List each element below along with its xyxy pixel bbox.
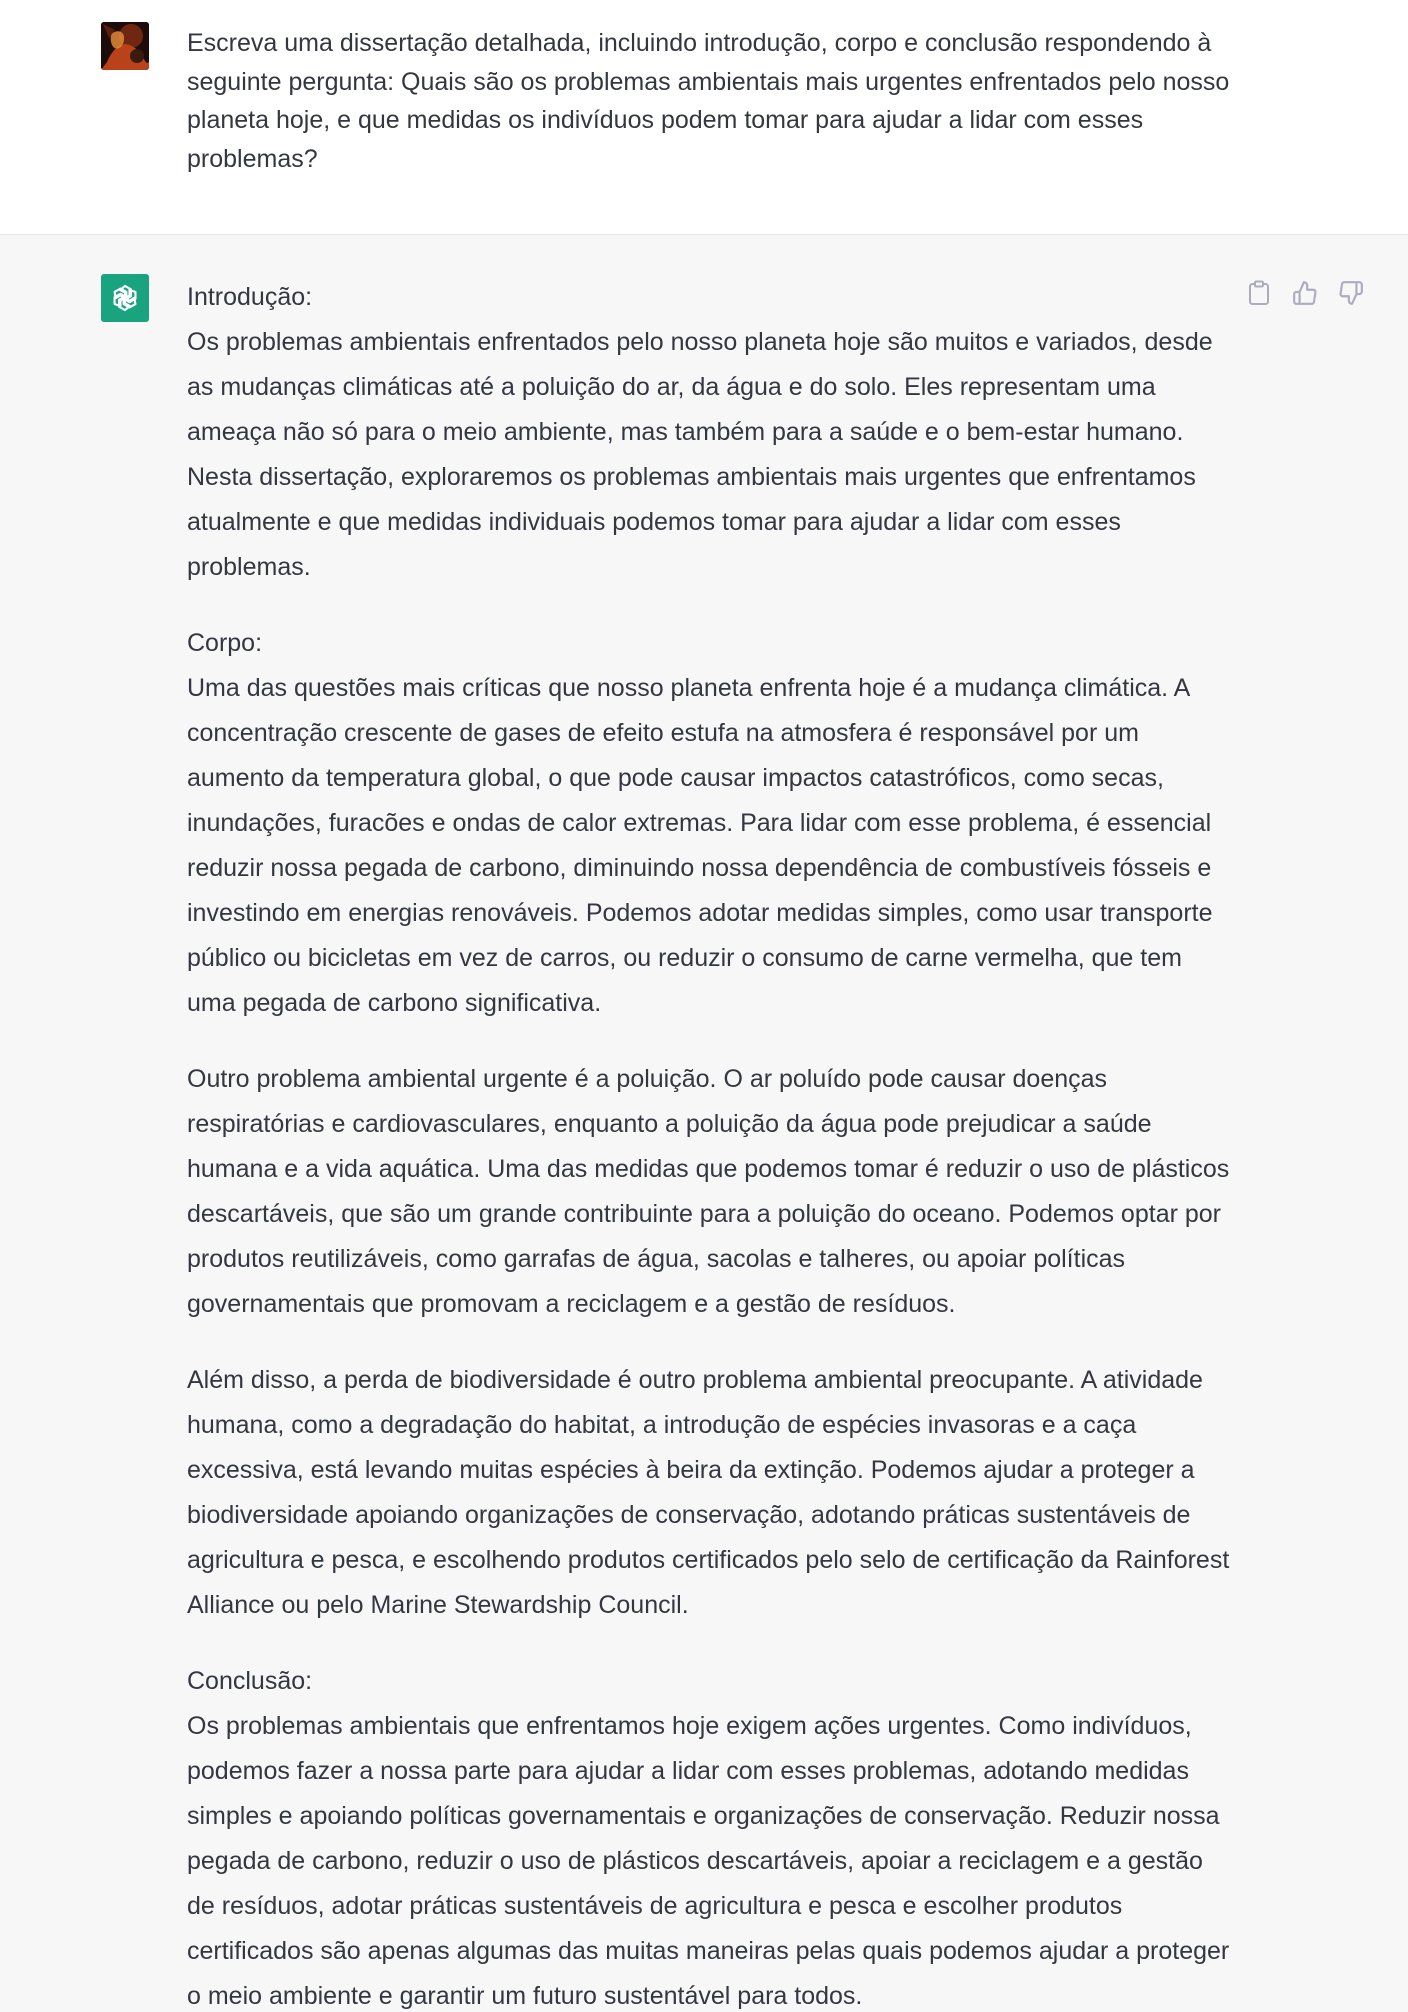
user-message-text: Escreva uma dissertação detalhada, inclu… — [187, 29, 1230, 173]
chat-thread: Escreva uma dissertação detalhada, inclu… — [0, 0, 1408, 2012]
user-avatar-image — [101, 22, 149, 70]
thumbs-up-icon — [1293, 281, 1317, 305]
conclusion-paragraph: Os problemas ambientais que enfrentamos … — [187, 1712, 1230, 2010]
body-heading: Corpo: — [187, 629, 263, 657]
assistant-message-text: Introdução: Os problemas ambientais enfr… — [187, 275, 1237, 2012]
openai-logo-icon — [113, 284, 137, 312]
clipboard-icon — [1249, 280, 1269, 305]
user-message-row: Escreva uma dissertação detalhada, inclu… — [0, 0, 1408, 235]
conclusion-heading: Conclusão: — [187, 1667, 313, 1695]
thumbs-down-icon — [1339, 281, 1363, 305]
user-avatar — [101, 22, 149, 70]
thumbs-up-button[interactable] — [1291, 278, 1319, 308]
body-paragraph-1: Uma das questões mais críticas que nosso… — [187, 674, 1213, 1017]
intro-paragraph: Os problemas ambientais enfrentados pelo… — [187, 328, 1213, 581]
body-paragraph-3: Além disso, a perda de biodiversidade é … — [187, 1366, 1230, 1619]
thumbs-down-button[interactable] — [1337, 278, 1365, 308]
body-paragraph-2: Outro problema ambiental urgente é a pol… — [187, 1065, 1230, 1318]
assistant-message-row: Introdução: Os problemas ambientais enfr… — [0, 235, 1408, 2012]
message-actions — [1245, 278, 1365, 308]
copy-button[interactable] — [1245, 278, 1273, 308]
intro-heading: Introdução: — [187, 283, 313, 311]
assistant-avatar — [101, 274, 149, 322]
